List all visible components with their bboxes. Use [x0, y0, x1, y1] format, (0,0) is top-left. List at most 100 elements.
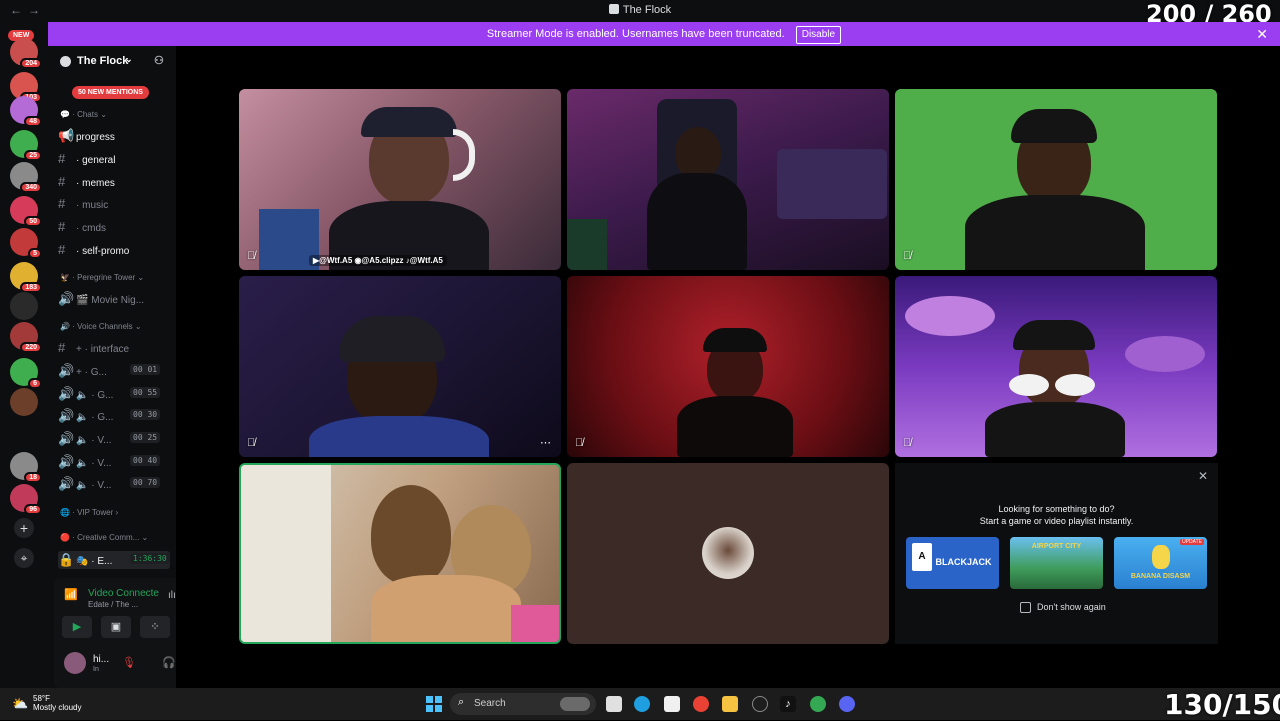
speaker-icon: 🔊: [58, 291, 75, 306]
voice-channel-g2[interactable]: 🔊 🔈 · G...: [58, 386, 113, 402]
participant-body: [371, 575, 521, 642]
mention-badge: 18: [24, 472, 42, 483]
game-title: BANANA DISASM: [1130, 573, 1191, 580]
close-icon[interactable]: ✕: [1198, 469, 1208, 483]
screen-share-icon[interactable]: ▣: [101, 616, 131, 638]
server-icon[interactable]: 96: [10, 484, 42, 515]
heart-sunglasses-right: [1055, 374, 1095, 396]
participant-body: [985, 402, 1125, 457]
server-icon[interactable]: 220: [10, 322, 42, 353]
guild-header[interactable]: The Flock ⌄ ⚇: [48, 54, 176, 72]
checkbox-box[interactable]: [1020, 602, 1031, 614]
channel-progress[interactable]: 📢 progress: [58, 128, 115, 144]
obs-icon[interactable]: [752, 696, 768, 712]
file-explorer-icon[interactable]: [722, 696, 738, 712]
close-banner-icon[interactable]: ✕: [1256, 22, 1268, 46]
server-icon[interactable]: 6: [10, 358, 42, 389]
participant-body: [677, 396, 793, 457]
window-title: The Flock: [0, 4, 1280, 16]
category-voice[interactable]: 🔊 · Voice Channels ⌄: [60, 322, 142, 331]
tiktok-icon[interactable]: ♪: [780, 696, 796, 712]
server-icon[interactable]: [10, 388, 38, 416]
mic-muted-icon: 🎙̸: [247, 437, 256, 449]
voice-channel-v3[interactable]: 🔊 🔈 · V...: [58, 476, 111, 492]
chrome-profile-icon[interactable]: [810, 696, 826, 712]
desk-light: [567, 219, 607, 270]
camera-icon[interactable]: ▶: [62, 616, 92, 638]
video-tile[interactable]: 🎙̸ ⋯: [239, 276, 561, 457]
participant-body: [309, 416, 489, 457]
noise-suppression-icon[interactable]: ılı: [168, 590, 176, 601]
edge-icon[interactable]: [634, 696, 650, 712]
channel-self-promo[interactable]: # · self-promo: [58, 242, 129, 257]
video-tile[interactable]: 🎙̸: [567, 276, 889, 457]
video-tile-camera-off[interactable]: [567, 463, 889, 644]
voice-channel-v1[interactable]: 🔊 🔈 · V...: [58, 431, 111, 447]
server-icon[interactable]: [10, 422, 38, 450]
channel-music[interactable]: # · music: [58, 196, 108, 211]
channel-memes[interactable]: # · memes: [58, 174, 115, 189]
social-handles-banner: ▶@Wtf.A5 ◉@A5.clipzz ♪@Wtf.A5: [309, 255, 447, 266]
channel-general[interactable]: # · general: [58, 151, 115, 166]
voice-channel-v2[interactable]: 🔊 🔈 · V...: [58, 454, 111, 470]
update-badge: UPDATE: [1180, 539, 1204, 545]
video-tile[interactable]: 🎙̸: [895, 276, 1217, 457]
category-vip[interactable]: 🌐 · VIP Tower ›: [60, 508, 118, 517]
headphones-icon[interactable]: 🎧: [162, 656, 176, 669]
task-view-icon[interactable]: [606, 696, 622, 712]
invite-people-icon[interactable]: ⚇: [154, 54, 164, 67]
server-icon[interactable]: 183: [10, 262, 42, 293]
video-tile[interactable]: 🎙̸ ▶@Wtf.A5 ◉@A5.clipzz ♪@Wtf.A5: [239, 89, 561, 270]
mention-badge: 48: [24, 116, 42, 127]
server-icon[interactable]: 340: [10, 162, 42, 193]
discover-icon[interactable]: ⌖: [14, 548, 34, 568]
category-creative[interactable]: 🔴 · Creative Comm... ⌄: [60, 533, 148, 542]
game-card-banana-disasm[interactable]: UPDATE BANANA DISASM: [1114, 537, 1207, 589]
channel-label: music: [82, 200, 109, 211]
signal-icon[interactable]: 📶: [64, 588, 78, 601]
dont-show-again-checkbox[interactable]: Don't show again: [1020, 602, 1106, 614]
headphones-icon: [453, 129, 475, 181]
streamer-mode-message: Streamer Mode is enabled. Usernames have…: [486, 28, 785, 40]
server-icon[interactable]: 48: [10, 96, 42, 127]
taskbar-search[interactable]: ⌕ Search: [450, 693, 596, 715]
disable-streamer-mode-button[interactable]: Disable: [795, 26, 842, 44]
weather-icon[interactable]: ⛅: [12, 696, 28, 712]
channel-interface[interactable]: # + · interface: [58, 340, 129, 355]
server-icon[interactable]: 18: [10, 452, 42, 483]
weather-temperature: 58°F: [33, 694, 50, 703]
video-tile-speaking[interactable]: [239, 463, 561, 644]
weather-widget[interactable]: 58°F Mostly cloudy: [33, 694, 81, 712]
category-peregrine[interactable]: 🦅 · Peregrine Tower ⌄: [60, 273, 144, 282]
hash-icon: #: [58, 219, 66, 234]
more-options-icon[interactable]: ⋯: [540, 436, 551, 449]
server-icon[interactable]: [10, 292, 38, 320]
category-chats[interactable]: 💬 · Chats ⌄: [60, 110, 107, 119]
store-icon[interactable]: [664, 696, 680, 712]
voice-channel-g1[interactable]: 🔊 + · G...: [58, 363, 107, 379]
windows-start-icon[interactable]: [426, 696, 442, 712]
chrome-icon[interactable]: [693, 696, 709, 712]
avatar[interactable]: [64, 652, 86, 674]
channel-cmds[interactable]: # · cmds: [58, 219, 106, 234]
guild-icon: [608, 4, 619, 14]
voice-channel-g3[interactable]: 🔊 🔈 · G...: [58, 408, 113, 424]
server-icon[interactable]: 5: [10, 228, 42, 259]
discord-icon[interactable]: [839, 696, 855, 712]
mute-mic-icon[interactable]: 🎙: [122, 656, 136, 669]
server-icon[interactable]: 25: [10, 130, 42, 161]
category-creative-label: Creative Comm...: [77, 533, 140, 542]
server-icon[interactable]: 50: [10, 196, 42, 227]
channel-movie-night[interactable]: 🔊 🎬 Movie Nig...: [58, 291, 144, 307]
video-tile[interactable]: [567, 89, 889, 270]
voice-channel-location[interactable]: Edate / The ...: [88, 600, 138, 609]
channel-label: V...: [97, 458, 112, 469]
server-icon[interactable]: 204: [10, 38, 42, 69]
new-mentions-pill[interactable]: 50 NEW MENTIONS: [72, 86, 149, 99]
activities-icon[interactable]: ⁘: [140, 616, 170, 638]
add-server-icon[interactable]: +: [14, 518, 34, 538]
game-card-blackjack[interactable]: A BLACKJACK: [906, 537, 999, 589]
video-tile[interactable]: 🎙̸: [895, 89, 1217, 270]
game-card-airport-city[interactable]: AIRPORT CITY: [1010, 537, 1103, 589]
channel-label: Movie Nig...: [91, 295, 145, 306]
